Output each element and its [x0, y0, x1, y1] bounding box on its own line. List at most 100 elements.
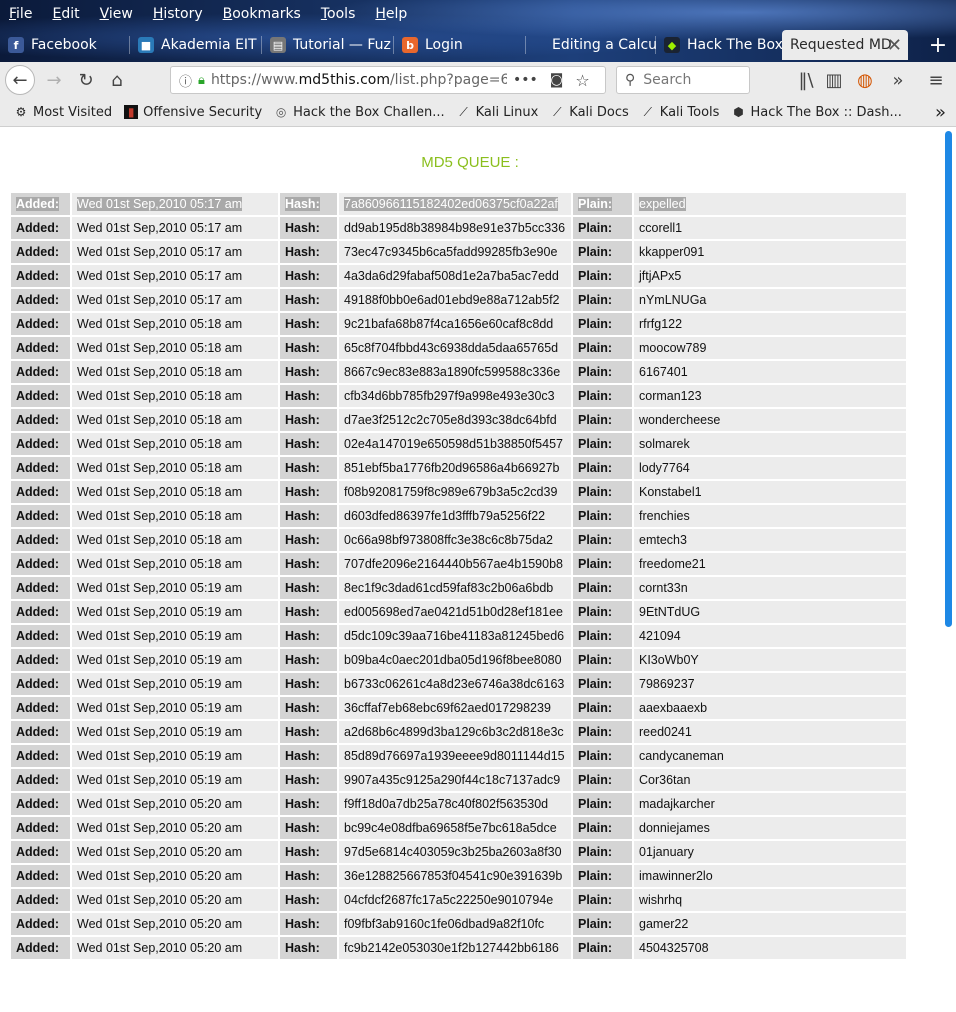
close-icon[interactable]: ✕: [887, 35, 902, 56]
plain-label-cell: Plain:: [573, 673, 632, 695]
added-value-cell: Wed 01st Sep,2010 05:19 am: [72, 601, 278, 623]
added-label: Added:: [16, 485, 60, 499]
page-actions-icon[interactable]: •••: [513, 72, 538, 88]
hash-label: Hash:: [285, 821, 320, 835]
plain-label: Plain:: [578, 749, 613, 763]
tab-requested-md5[interactable]: Requested MD ✕: [782, 30, 908, 60]
new-tab-button[interactable]: +: [926, 30, 950, 60]
bookmark-kali-tools[interactable]: ⟋ Kali Tools: [641, 105, 720, 120]
hash-label: Hash:: [285, 725, 320, 739]
extension-button[interactable]: ◍: [851, 66, 879, 94]
bookmark-hack-the-box-challenges[interactable]: ◎ Hack the Box Challen...: [274, 105, 445, 120]
pocket-icon[interactable]: ◙: [550, 72, 564, 88]
tab-facebook[interactable]: f Facebook: [0, 30, 130, 60]
added-label-cell: Added:: [11, 457, 70, 479]
menu-view[interactable]: View: [95, 6, 138, 22]
hash-value: 9907a435c9125a290f44c18c7137adc9: [344, 773, 561, 787]
hash-label-cell: Hash:: [280, 385, 337, 407]
url-text[interactable]: https://www.md5this.com/list.php?page=6(: [211, 72, 507, 88]
scrollbar[interactable]: [945, 131, 952, 627]
table-row: Added: Wed 01st Sep,2010 05:18 am Hash: 65c…: [11, 337, 906, 359]
added-label: Added:: [16, 581, 60, 595]
menu-tools[interactable]: Tools: [316, 6, 361, 22]
table-row: Added: Wed 01st Sep,2010 05:20 am Hash: 04c…: [11, 889, 906, 911]
added-value: Wed 01st Sep,2010 05:19 am: [77, 605, 243, 619]
menu-file[interactable]: File: [4, 6, 37, 22]
bookmarks-overflow-button[interactable]: »: [935, 102, 946, 123]
added-label: Added:: [16, 365, 60, 379]
bookmark-kali-linux[interactable]: ⟋ Kali Linux: [457, 105, 538, 120]
plain-label: Plain:: [578, 341, 613, 355]
added-label: Added:: [16, 461, 60, 475]
plain-label: Plain:: [578, 941, 613, 955]
reload-icon: ↻: [78, 69, 94, 91]
bookmark-hack-the-box-dashboard[interactable]: ⬢ Hack The Box :: Dash...: [731, 105, 902, 120]
sidebar-button[interactable]: ▥: [820, 66, 848, 94]
plain-label: Plain:: [578, 221, 613, 235]
plain-value-cell: corman123: [634, 385, 906, 407]
overflow-button[interactable]: »: [884, 66, 912, 94]
added-label: Added:: [16, 917, 60, 931]
table-row: Added: Wed 01st Sep,2010 05:18 am Hash: f08…: [11, 481, 906, 503]
menu-bookmarks[interactable]: Bookmarks: [218, 6, 306, 22]
added-value: Wed 01st Sep,2010 05:18 am: [77, 533, 243, 547]
plain-value-cell: jftjAPx5: [634, 265, 906, 287]
hash-value: 04cfdcf2687fc17a5c22250e9010794e: [344, 893, 554, 907]
hash-label-cell: Hash:: [280, 313, 337, 335]
menu-help[interactable]: Help: [370, 6, 412, 22]
added-value: Wed 01st Sep,2010 05:20 am: [77, 797, 243, 811]
open-menu-button[interactable]: ≡: [922, 66, 950, 94]
added-label-cell: Added:: [11, 289, 70, 311]
hash-value: 851ebf5ba1776fb20d96586a4b66927b: [344, 461, 560, 475]
added-label-cell: Added:: [11, 793, 70, 815]
added-value-cell: Wed 01st Sep,2010 05:18 am: [72, 433, 278, 455]
added-value: Wed 01st Sep,2010 05:18 am: [77, 413, 243, 427]
plain-value-cell: 01january: [634, 841, 906, 863]
home-button[interactable]: ⌂: [103, 66, 131, 94]
table-row: Added: Wed 01st Sep,2010 05:18 am Hash: 0c6…: [11, 529, 906, 551]
plain-label-cell: Plain:: [573, 313, 632, 335]
search-icon: ⚲: [625, 72, 636, 88]
hash-value: 0c66a98bf973808ffc3e38c6c8b75da2: [344, 533, 553, 547]
added-label-cell: Added:: [11, 217, 70, 239]
kali-icon: ⟋: [553, 104, 562, 119]
bookmark-offensive-security[interactable]: ▮ Offensive Security: [124, 105, 262, 120]
added-value: Wed 01st Sep,2010 05:18 am: [77, 317, 243, 331]
hash-label: Hash:: [285, 581, 320, 595]
hash-value-cell: 851ebf5ba1776fb20d96586a4b66927b: [339, 457, 571, 479]
table-row: Added: Wed 01st Sep,2010 05:19 am Hash: b09…: [11, 649, 906, 671]
library-button[interactable]: ‖\: [792, 66, 820, 94]
menu-history[interactable]: History: [148, 6, 208, 22]
tab-editing[interactable]: Editing a Calcu: [526, 30, 656, 60]
hash-value-cell: 85d89d76697a1939eeee9d8011144d15: [339, 745, 571, 767]
bookmark-kali-docs[interactable]: ⟋ Kali Docs: [550, 105, 629, 120]
tab-hackthebox[interactable]: ◆ Hack The Box: [656, 30, 782, 60]
url-bar[interactable]: ⓘ 🔒︎ https://www.md5this.com/list.php?pa…: [170, 66, 606, 94]
back-button[interactable]: ←: [5, 65, 35, 95]
plain-label: Plain:: [578, 701, 613, 715]
info-icon[interactable]: ⓘ: [179, 71, 192, 90]
hash-value-cell: fc9b2142e053030e1f2b127442bb6186: [339, 937, 571, 959]
menu-edit[interactable]: Edit: [47, 6, 84, 22]
search-bar[interactable]: ⚲ Search: [616, 66, 750, 94]
tab-login[interactable]: b Login: [394, 30, 526, 60]
added-label: Added:: [16, 677, 60, 691]
hash-label: Hash:: [285, 269, 320, 283]
added-value-cell: Wed 01st Sep,2010 05:19 am: [72, 577, 278, 599]
added-label-cell: Added:: [11, 577, 70, 599]
tab-tutorial[interactable]: ▤ Tutorial — Fuz: [262, 30, 394, 60]
forward-button[interactable]: →: [40, 66, 68, 94]
reload-button[interactable]: ↻: [72, 66, 100, 94]
plain-value-cell: 4504325708: [634, 937, 906, 959]
bookmark-most-visited[interactable]: ⚙ Most Visited: [14, 105, 113, 120]
hash-value-cell: d7ae3f2512c2c705e8d393c38dc64bfd: [339, 409, 571, 431]
tab-akademia[interactable]: ■ Akademia EIT: [130, 30, 262, 60]
plain-value: cornt33n: [639, 581, 688, 595]
plain-value-cell: kkapper091: [634, 241, 906, 263]
bookmark-star-icon[interactable]: ☆: [575, 71, 589, 90]
plain-label-cell: Plain:: [573, 721, 632, 743]
lock-icon[interactable]: 🔒︎: [198, 73, 205, 88]
hash-value-cell: d603dfed86397fe1d3fffb79a5256f22: [339, 505, 571, 527]
plain-label: Plain:: [578, 509, 613, 523]
plain-label-cell: Plain:: [573, 505, 632, 527]
